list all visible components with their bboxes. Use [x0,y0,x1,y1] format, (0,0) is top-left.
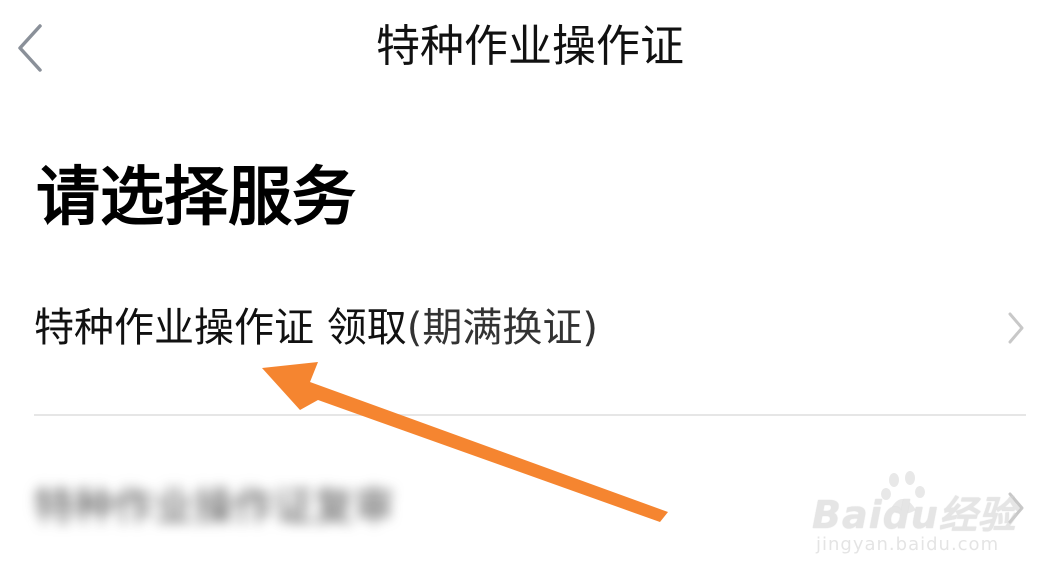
page-title: 特种作业操作证 [376,21,684,72]
watermark-brand: Baidu经验 [812,493,1017,537]
watermark-url: jingyan.baidu.com [816,534,1000,555]
baidu-watermark: Baidu经验 jingyan.baidu.com [812,470,1016,560]
screen: 特种作业操作证 请选择服务 特种作业操作证 领取(期满换证) 特种作业操作证复审… [0,0,1060,582]
section-title: 请选择服务 [36,161,356,235]
chevron-right-icon [1008,312,1024,344]
service-item-renewal[interactable]: 特种作业操作证 领取(期满换证) [0,290,1060,370]
service-item-label-blurred: 特种作业操作证复审 [34,484,394,530]
service-label-main: 特种作业操作证 领取 [34,305,407,351]
service-item-label: 特种作业操作证 领取(期满换证) [34,298,598,358]
service-label-sub: (期满换证) [406,305,598,351]
divider [34,414,1026,416]
